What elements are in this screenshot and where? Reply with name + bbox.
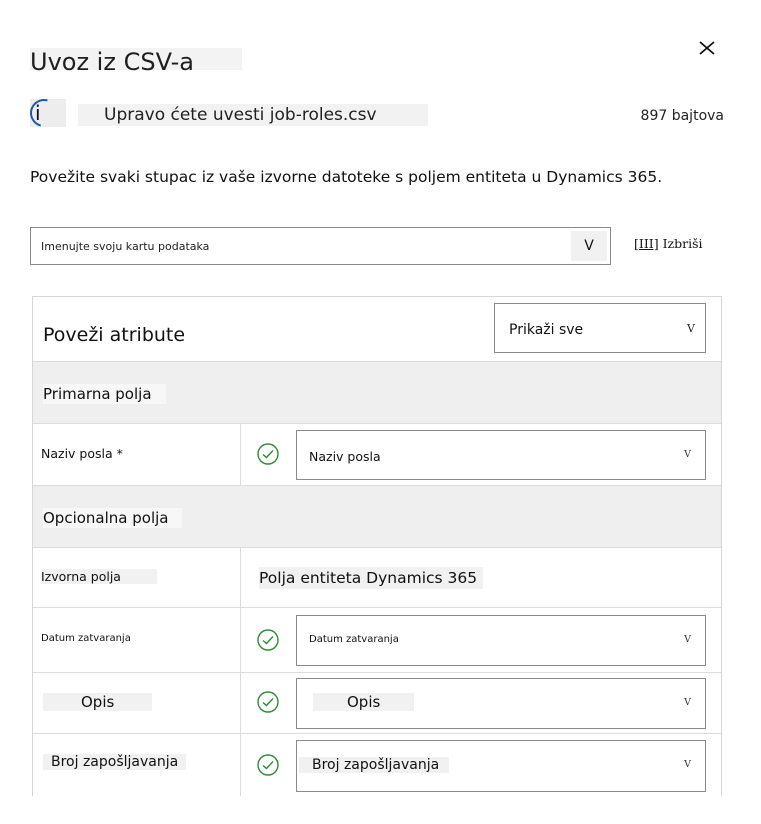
checkmark-circle-icon	[257, 443, 279, 465]
primary-fields-label: Primarna polja	[43, 384, 166, 404]
source-field-label: Naziv posla *	[41, 446, 123, 461]
source-fields-header: Izvorna polja	[41, 569, 157, 584]
info-icon: i	[24, 93, 66, 133]
primary-fields-section: Primarna polja	[33, 361, 721, 423]
source-cell: Naziv posla *	[33, 424, 241, 485]
file-size: 897 bajtova	[640, 108, 724, 124]
table-row: Datum zatvaranja Datum zatvaranja V	[33, 607, 721, 672]
source-header-cell: Izvorna polja	[33, 548, 241, 607]
panel-header: Poveži atribute Prikaži sve V	[33, 297, 721, 361]
checkmark-circle-icon	[257, 691, 279, 713]
target-field-value: Opis	[313, 693, 415, 711]
file-note: Upravo ćete uvesti job-roles.csv	[78, 104, 428, 126]
table-row: Naziv posla * Naziv posla V	[33, 423, 721, 485]
chevron-down-icon: V	[684, 697, 691, 708]
source-cell: Broj zapošljavanja	[33, 734, 241, 796]
optional-fields-label: Opcionalna polja	[43, 508, 183, 528]
instruction-text: Povežite svaki stupac iz vaše izvorne da…	[30, 168, 663, 186]
close-button[interactable]	[695, 36, 719, 60]
show-filter-value: Prikaži sve	[509, 322, 584, 338]
chevron-down-icon: V	[684, 634, 691, 645]
chevron-down-icon: V	[684, 449, 691, 460]
source-cell: Datum zatvaranja	[33, 608, 241, 672]
dialog-title: Uvoz iz CSV-a	[30, 48, 242, 76]
source-field-label: Opis	[43, 693, 153, 711]
close-icon	[699, 41, 715, 55]
map-name-placeholder: Imenujte svoju kartu podataka	[41, 239, 210, 253]
source-cell: Opis	[33, 673, 241, 733]
target-field-value: Broj zapošljavanja	[299, 757, 450, 773]
target-field-select[interactable]: Naziv posla V	[296, 430, 706, 480]
table-row: Opis Opis V	[33, 672, 721, 733]
show-filter-select[interactable]: Prikaži sve V	[494, 303, 706, 353]
panel-title: Poveži atribute	[43, 324, 186, 346]
delete-button[interactable]: [III] Izbriši	[634, 228, 703, 258]
target-field-select[interactable]: Opis V	[296, 678, 706, 729]
trash-icon: [III]	[634, 235, 659, 251]
map-attributes-panel: Poveži atribute Prikaži sve V Primarna p…	[32, 296, 722, 796]
chevron-down-icon: V	[687, 322, 695, 335]
source-field-label: Datum zatvaranja	[41, 633, 131, 644]
map-name-input[interactable]: Imenujte svoju kartu podataka V	[30, 227, 611, 265]
delete-label: Izbriši	[662, 235, 703, 251]
target-field-value: Datum zatvaranja	[309, 634, 399, 645]
optional-fields-section: Opcionalna polja	[33, 485, 721, 547]
info-icon-letter: i	[35, 101, 41, 125]
checkmark-circle-icon	[257, 629, 279, 651]
checkmark-circle-icon	[257, 754, 279, 776]
chevron-down-icon[interactable]: V	[571, 231, 607, 261]
source-field-label: Broj zapošljavanja	[43, 754, 187, 770]
column-header-row: Izvorna polja Polja entiteta Dynamics 36…	[33, 547, 721, 607]
target-field-select[interactable]: Datum zatvaranja V	[296, 615, 706, 666]
table-row: Broj zapošljavanja Broj zapošljavanja V	[33, 733, 721, 796]
target-field-value: Naziv posla	[309, 449, 381, 464]
chevron-down-icon: V	[684, 759, 691, 770]
target-fields-header: Polja entiteta Dynamics 365	[259, 567, 484, 589]
target-field-select[interactable]: Broj zapošljavanja V	[296, 740, 706, 792]
